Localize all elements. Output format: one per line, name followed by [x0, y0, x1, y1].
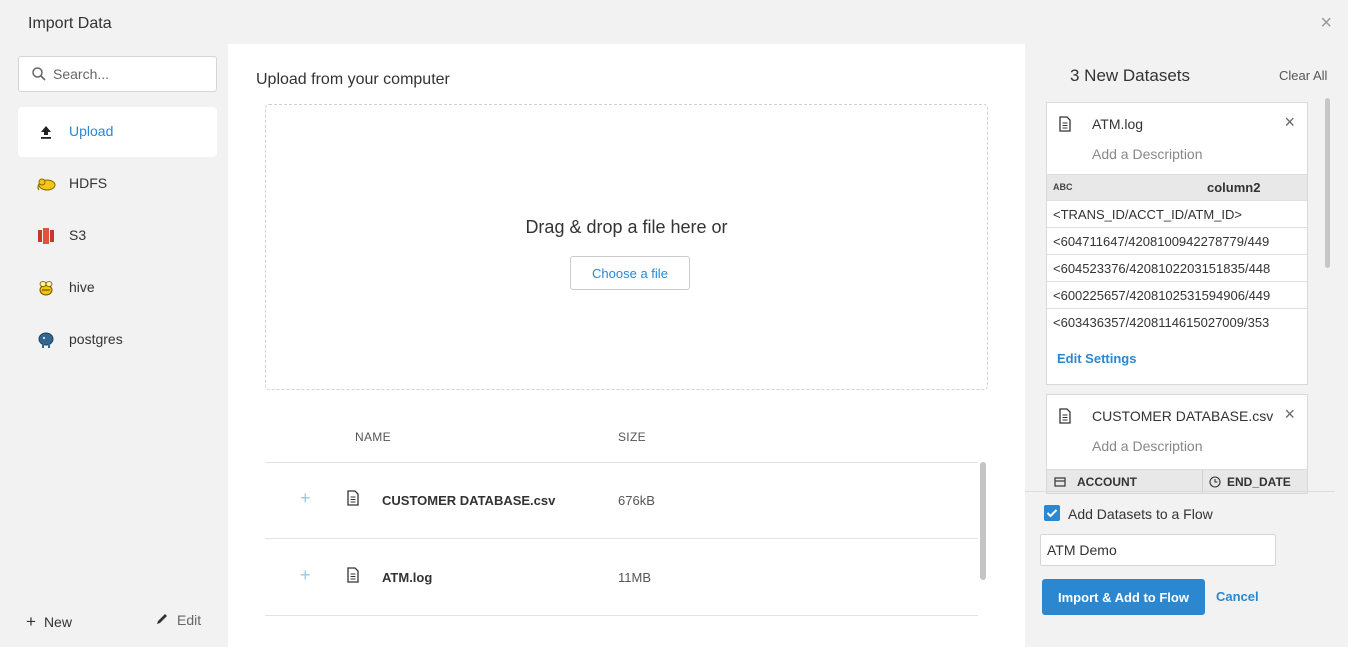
- table-divider: [265, 462, 978, 463]
- plus-icon: +: [26, 612, 36, 631]
- column-header-size: SIZE: [618, 430, 646, 444]
- s3-icon: [38, 228, 54, 244]
- add-to-flow-label: Add Datasets to a Flow: [1068, 506, 1213, 522]
- dataset-name: ATM.log: [1092, 116, 1144, 132]
- add-file-plus-icon[interactable]: +: [300, 488, 311, 509]
- data-row: <604523376/4208102203151835/448: [1047, 254, 1307, 281]
- file-name: ATM.log: [382, 570, 433, 585]
- table-divider: [265, 615, 978, 616]
- cancel-button[interactable]: Cancel: [1216, 589, 1259, 604]
- close-icon[interactable]: ×: [1320, 12, 1332, 35]
- file-icon: [1059, 408, 1071, 424]
- sidebar-item-hdfs[interactable]: HDFS: [18, 159, 217, 209]
- file-size: 11MB: [618, 570, 651, 585]
- sidebar-item-label: HDFS: [69, 175, 108, 191]
- import-data-dialog: Import Data × Upload HDFS: [8, 4, 1348, 647]
- column-type-icon: [1054, 477, 1066, 487]
- clear-all-button[interactable]: Clear All: [1279, 68, 1327, 83]
- close-icon[interactable]: ×: [1284, 112, 1295, 133]
- dataset-card-customer: CUSTOMER DATABASE.csv Add a Description …: [1046, 394, 1308, 494]
- sidebar-item-s3[interactable]: S3: [18, 211, 217, 261]
- file-size: 676kB: [618, 493, 655, 508]
- import-add-to-flow-button[interactable]: Import & Add to Flow: [1042, 579, 1205, 615]
- file-icon: [347, 490, 359, 506]
- search-box: [18, 56, 217, 92]
- choose-file-button[interactable]: Choose a file: [570, 256, 690, 290]
- dataset-description-field[interactable]: Add a Description: [1092, 438, 1203, 454]
- dialog-titlebar: Import Data ×: [8, 4, 1348, 44]
- panel-divider: [1025, 491, 1335, 492]
- hive-bee-icon: [39, 281, 53, 296]
- data-row: <603436357/4208114615027009/353: [1047, 308, 1307, 335]
- dataset-card-atm: ATM.log Add a Description × ABC column2 …: [1046, 102, 1308, 385]
- data-row: <600225657/4208102531594906/449: [1047, 281, 1307, 308]
- search-icon: [32, 67, 46, 81]
- file-icon: [347, 567, 359, 583]
- file-icon: [1059, 116, 1071, 132]
- datasets-count-title: 3 New Datasets: [1070, 66, 1190, 85]
- dataset-description-field[interactable]: Add a Description: [1092, 146, 1203, 162]
- hdfs-elephant-icon: [37, 178, 56, 191]
- column-name: ACCOUNT: [1077, 475, 1137, 489]
- search-input[interactable]: [53, 64, 203, 84]
- pencil-icon: [157, 614, 167, 624]
- file-list-scrollbar[interactable]: [980, 462, 986, 580]
- sidebar-item-label: hive: [69, 279, 95, 295]
- sidebar-item-upload[interactable]: Upload: [18, 107, 217, 157]
- sidebar-item-postgres[interactable]: postgres: [18, 315, 217, 365]
- add-file-plus-icon[interactable]: +: [300, 565, 311, 586]
- column-header-name: NAME: [355, 430, 391, 444]
- postgres-elephant-icon: [38, 332, 54, 348]
- string-type-badge: ABC: [1053, 182, 1073, 192]
- dialog-title: Import Data: [28, 15, 112, 32]
- clock-icon: [1209, 476, 1221, 488]
- table-divider: [265, 538, 978, 539]
- column-header: ABC column2: [1047, 174, 1307, 200]
- data-row: <604711647/4208100942278779/449: [1047, 227, 1307, 254]
- file-dropzone[interactable]: Drag & drop a file here or Choose a file: [265, 104, 988, 390]
- data-row: <TRANS_ID/ACCT_ID/ATM_ID>: [1047, 200, 1307, 227]
- column-name: END_DATE: [1227, 475, 1291, 489]
- upload-icon: [41, 126, 51, 139]
- column-name: column2: [1207, 180, 1261, 195]
- datasets-scrollbar[interactable]: [1325, 98, 1330, 268]
- close-icon[interactable]: ×: [1284, 404, 1295, 425]
- new-source-button[interactable]: + New: [26, 612, 72, 632]
- dropzone-text: Drag & drop a file here or: [525, 217, 728, 237]
- sidebar-item-label: postgres: [69, 331, 123, 347]
- source-sidebar: Upload HDFS S3 hive: [8, 44, 228, 647]
- edit-sources-button[interactable]: Edit: [155, 612, 201, 628]
- sidebar-item-hive[interactable]: hive: [18, 263, 217, 313]
- sidebar-item-label: S3: [69, 227, 87, 243]
- dataset-name: CUSTOMER DATABASE.csv: [1092, 408, 1274, 424]
- flow-name-input[interactable]: [1040, 534, 1276, 566]
- add-to-flow-checkbox[interactable]: [1044, 505, 1060, 521]
- sidebar-item-label: Upload: [69, 123, 114, 139]
- checkmark-icon: [1046, 509, 1058, 518]
- file-name: CUSTOMER DATABASE.csv: [382, 493, 556, 508]
- edit-settings-link[interactable]: Edit Settings: [1057, 351, 1136, 366]
- upload-heading: Upload from your computer: [256, 71, 450, 88]
